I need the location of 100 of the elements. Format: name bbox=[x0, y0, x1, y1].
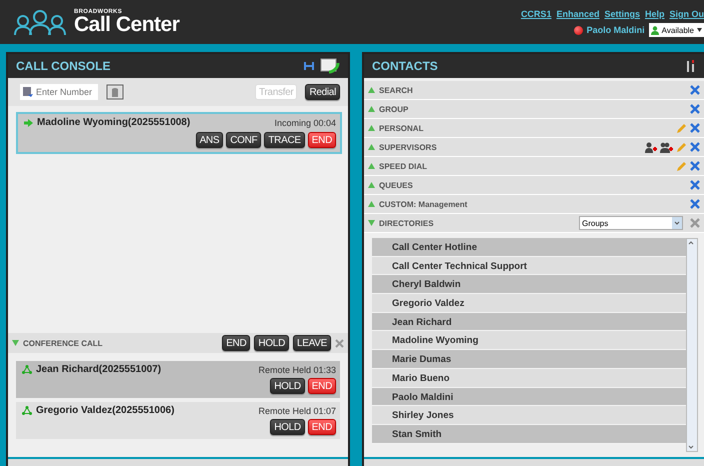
expand-triangle-icon[interactable] bbox=[368, 125, 375, 131]
expand-triangle-icon[interactable] bbox=[368, 144, 375, 150]
panel-title: CONTACTS bbox=[372, 59, 438, 73]
presence-dot-icon bbox=[574, 26, 583, 34]
directory-entry[interactable]: Shirley Jones bbox=[372, 406, 686, 425]
person-icon bbox=[650, 26, 659, 34]
close-icon[interactable] bbox=[690, 199, 700, 209]
section-title: SUPERVISORS bbox=[379, 142, 438, 152]
call-action-button[interactable]: HOLD bbox=[270, 419, 305, 435]
tools-icon[interactable] bbox=[686, 60, 696, 72]
pencil-icon[interactable] bbox=[676, 142, 687, 152]
close-icon[interactable] bbox=[690, 104, 700, 114]
section-title: QUEUES bbox=[379, 180, 414, 190]
header-link[interactable]: Sign Ou bbox=[670, 9, 704, 19]
directory-entry[interactable]: Jean Richard bbox=[372, 312, 686, 332]
expand-triangle-icon[interactable] bbox=[368, 87, 375, 93]
directory-entry[interactable]: Marie Dumas bbox=[372, 350, 686, 369]
contacts-section-header[interactable]: SPEED DIAL bbox=[364, 157, 704, 176]
section-title: PERSONAL bbox=[379, 124, 424, 132]
contacts-section-header[interactable]: QUEUES bbox=[364, 176, 704, 195]
header-link[interactable]: CCRS1 bbox=[520, 9, 552, 19]
section-title: SPEED DIAL bbox=[379, 162, 428, 170]
call-action-button[interactable]: END bbox=[222, 335, 250, 351]
close-icon[interactable] bbox=[690, 218, 700, 228]
close-icon[interactable] bbox=[690, 161, 700, 171]
user-name: Paolo Maldini bbox=[586, 25, 645, 35]
contacts-section-header[interactable]: SEARCH bbox=[364, 81, 704, 100]
active-call-card[interactable]: Madoline Wyoming(2025551008) Incoming 00:04 ANS CONF TRACE END bbox=[16, 112, 342, 154]
panel-title: CALL CONSOLE bbox=[16, 59, 110, 73]
section-title: GROUP bbox=[379, 104, 410, 114]
end-button[interactable]: END bbox=[308, 132, 336, 148]
expand-triangle-icon[interactable] bbox=[368, 182, 375, 188]
directory-entry[interactable]: Gregorio Valdez bbox=[372, 294, 686, 313]
end-button[interactable]: END bbox=[308, 378, 336, 394]
call-status: Remote Held 01:07 bbox=[258, 406, 336, 416]
close-icon[interactable] bbox=[690, 142, 700, 152]
section-title: CUSTOM: Management bbox=[379, 200, 468, 208]
close-icon[interactable] bbox=[690, 180, 700, 190]
contacts-section-header[interactable]: PERSONAL bbox=[364, 119, 704, 138]
expand-triangle-icon[interactable] bbox=[368, 106, 375, 112]
call-status: Remote Held 01:33 bbox=[258, 364, 336, 374]
directory-entry[interactable]: Paolo Maldini bbox=[372, 388, 686, 406]
directory-entry[interactable]: Call Center Hotline bbox=[372, 238, 686, 257]
arrow-right-icon bbox=[24, 118, 33, 126]
close-icon[interactable] bbox=[335, 338, 344, 348]
call-action-button[interactable]: LEAVE bbox=[293, 335, 331, 351]
add-person-icon[interactable] bbox=[645, 142, 657, 152]
call-status: Incoming 00:04 bbox=[274, 118, 336, 128]
splitter-handle[interactable] bbox=[364, 457, 704, 466]
conference-node-icon bbox=[22, 406, 32, 415]
scrollbar[interactable] bbox=[686, 238, 698, 452]
participant-row[interactable]: Gregorio Valdez(2025551006) Remote Held 01:07 HOLD END bbox=[16, 402, 340, 439]
contact-book-icon bbox=[23, 87, 33, 97]
call-action-button[interactable]: HOLD bbox=[270, 378, 305, 394]
end-button[interactable]: END bbox=[308, 419, 336, 435]
directory-entry[interactable]: Stan Smith bbox=[372, 424, 686, 444]
directory-entry[interactable]: Call Center Technical Support bbox=[372, 256, 686, 276]
caller-name: Madoline Wyoming(2025551008) bbox=[37, 117, 190, 128]
pencil-icon[interactable] bbox=[676, 122, 687, 134]
contacts-section-header[interactable]: CUSTOM: Management bbox=[364, 195, 704, 214]
header-link[interactable]: Help bbox=[644, 9, 664, 19]
participant-name: Jean Richard(2025551007) bbox=[36, 364, 162, 375]
directory-entry[interactable]: Cheryl Baldwin bbox=[372, 275, 686, 294]
call-action-button[interactable]: ANS bbox=[196, 132, 224, 148]
directory-entry[interactable]: Mario Bueno bbox=[372, 368, 686, 388]
directory-dropdown[interactable]: Groups bbox=[579, 216, 683, 230]
conference-node-icon bbox=[22, 365, 32, 374]
headset-people-logo-icon bbox=[14, 8, 66, 36]
add-people-icon[interactable] bbox=[660, 142, 673, 152]
scroll-down-icon[interactable] bbox=[687, 443, 695, 451]
header-link[interactable]: Settings bbox=[604, 9, 640, 19]
section-title: CONFERENCE CALL bbox=[23, 338, 104, 348]
presence-dropdown[interactable]: Available bbox=[648, 23, 704, 37]
chevron-down-icon bbox=[672, 217, 682, 229]
expand-triangle-icon[interactable] bbox=[12, 340, 19, 346]
scroll-up-icon[interactable] bbox=[687, 239, 695, 247]
contacts-section-header[interactable]: GROUP bbox=[364, 100, 704, 119]
directory-entry[interactable]: Madoline Wyoming bbox=[372, 331, 686, 350]
section-title: SEARCH bbox=[379, 86, 414, 94]
participant-row[interactable]: Jean Richard(2025551007) Remote Held 01:33 HOLD END bbox=[16, 361, 340, 398]
section-title: DIRECTORIES bbox=[379, 218, 435, 228]
splitter-handle[interactable] bbox=[8, 457, 348, 466]
call-action-button[interactable]: TRACE bbox=[264, 132, 305, 148]
phone-card-icon[interactable] bbox=[320, 58, 340, 74]
call-action-button[interactable]: Redial bbox=[305, 84, 340, 100]
expand-triangle-icon[interactable] bbox=[368, 163, 375, 169]
call-action-button[interactable]: CONF bbox=[226, 132, 262, 148]
pencil-icon[interactable] bbox=[676, 160, 687, 172]
contacts-section-header[interactable]: SUPERVISORS bbox=[364, 138, 704, 157]
close-icon[interactable] bbox=[690, 85, 700, 95]
brand-title: Call Center bbox=[74, 15, 180, 35]
expand-triangle-icon[interactable] bbox=[368, 220, 375, 226]
enter-number-field[interactable]: Enter Number bbox=[20, 84, 98, 100]
header-link[interactable]: Enhanced bbox=[556, 9, 600, 19]
expand-triangle-icon[interactable] bbox=[368, 201, 375, 207]
contacts-section-header[interactable]: DIRECTORIES Groups bbox=[364, 214, 704, 233]
close-icon[interactable] bbox=[690, 123, 700, 133]
caret-icon bbox=[697, 28, 702, 32]
participant-name: Gregorio Valdez(2025551006) bbox=[36, 405, 174, 416]
call-action-button[interactable]: HOLD bbox=[254, 335, 289, 351]
